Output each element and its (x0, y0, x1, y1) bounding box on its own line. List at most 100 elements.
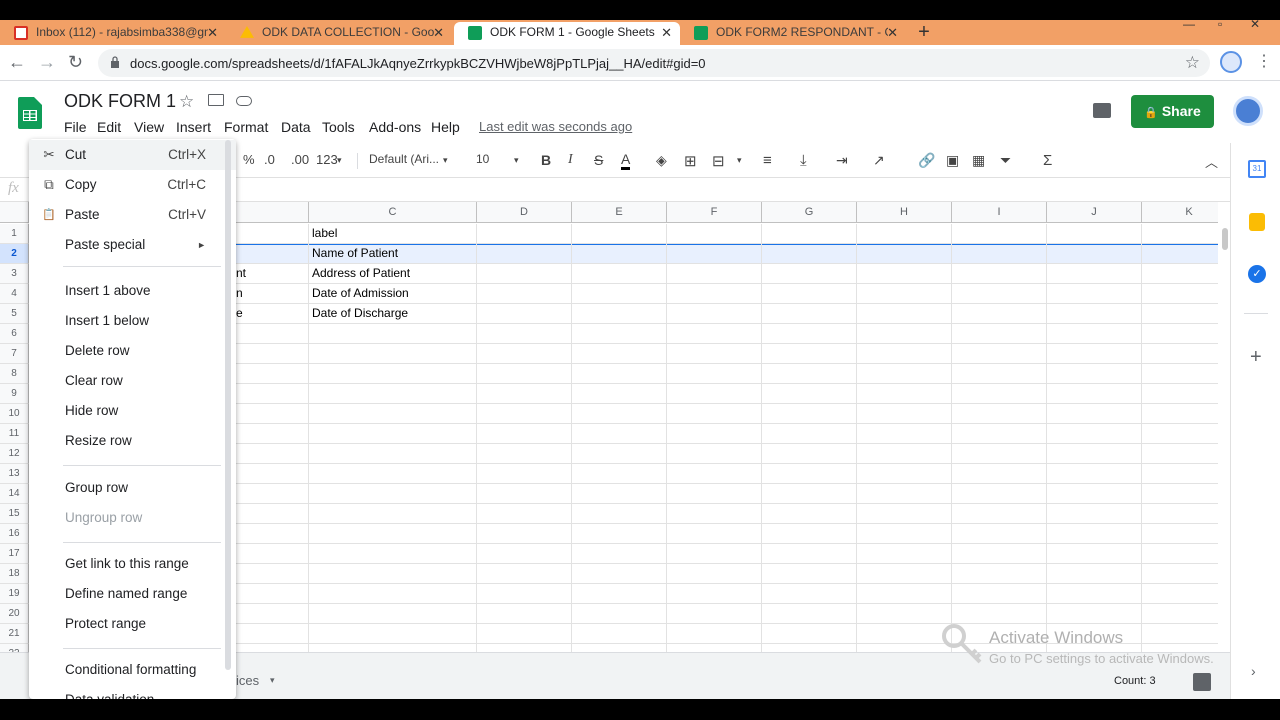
fill-color-icon[interactable]: ◈ (656, 152, 667, 169)
reload-icon[interactable]: ↻ (68, 53, 83, 71)
row-header[interactable]: 19 (0, 584, 29, 604)
font-family-select[interactable]: Default (Ari... (369, 152, 439, 166)
cell-c5[interactable]: Date of Discharge (309, 304, 477, 324)
chevron-down-icon[interactable]: ▾ (270, 675, 275, 686)
row-header[interactable]: 7 (0, 344, 29, 364)
row-header[interactable]: 13 (0, 464, 29, 484)
collapse-toolbar-icon[interactable]: ︿ (1205, 152, 1218, 171)
row-header[interactable]: 20 (0, 604, 29, 624)
explore-icon[interactable] (1193, 673, 1211, 691)
decrease-decimal-button[interactable]: .0 (264, 152, 275, 167)
menu-item-protect-range[interactable]: Protect range (29, 609, 236, 639)
menu-edit[interactable]: Edit (97, 119, 121, 135)
expand-panel-icon[interactable]: › (1251, 663, 1256, 679)
text-color-button[interactable]: A (621, 152, 631, 170)
account-avatar[interactable] (1233, 96, 1263, 126)
menu-item-define-named-range[interactable]: Define named range (29, 579, 236, 609)
column-header[interactable]: J (1047, 202, 1142, 223)
scrollbar-thumb[interactable] (1222, 228, 1228, 250)
row-header[interactable]: 12 (0, 444, 29, 464)
menu-item-get-link[interactable]: Get link to this range (29, 549, 236, 579)
cloud-status-icon[interactable] (236, 96, 252, 106)
browser-tab-odk-form-1[interactable]: ODK FORM 1 - Google Sheets ✕ (454, 22, 680, 45)
close-icon[interactable]: ✕ (887, 22, 898, 43)
row-header[interactable]: 15 (0, 504, 29, 524)
row-header[interactable]: 17 (0, 544, 29, 564)
row-header[interactable]: 6 (0, 324, 29, 344)
minimize-button[interactable]: — (1183, 17, 1195, 31)
insert-comment-icon[interactable]: ▣ (946, 152, 959, 169)
comments-icon[interactable] (1093, 103, 1111, 118)
menu-help[interactable]: Help (431, 119, 460, 135)
vertical-align-icon[interactable]: ⤓ (800, 152, 807, 169)
cell-c1[interactable]: label (309, 224, 477, 244)
menu-view[interactable]: View (134, 119, 164, 135)
row-header[interactable]: 2 (0, 244, 29, 264)
menu-file[interactable]: File (64, 119, 87, 135)
browser-tab-odk-form2[interactable]: ODK FORM2 RESPONDANT - Go ✕ (680, 22, 906, 45)
borders-icon[interactable]: ⊞ (684, 152, 697, 170)
menu-item-paste-special[interactable]: Paste special ► (29, 230, 236, 260)
menu-add-ons[interactable]: Add-ons (369, 119, 421, 135)
menu-format[interactable]: Format (224, 119, 268, 135)
row-header[interactable]: 21 (0, 624, 29, 644)
more-formats-button[interactable]: 123 (316, 152, 338, 167)
functions-icon[interactable]: Σ (1043, 152, 1052, 169)
sheet-tab-label[interactable]: ices (236, 673, 259, 688)
browser-tab-drive[interactable]: ODK DATA COLLECTION - Googl ✕ (226, 22, 452, 45)
menu-data[interactable]: Data (281, 119, 311, 135)
menu-insert[interactable]: Insert (176, 119, 211, 135)
text-rotation-icon[interactable]: ↗ (873, 152, 885, 169)
close-icon[interactable]: ✕ (661, 22, 672, 43)
insert-link-icon[interactable]: 🔗 (918, 152, 935, 169)
italic-button[interactable]: I (568, 152, 573, 168)
cell-c3[interactable]: Address of Patient (309, 264, 477, 284)
cell-b3[interactable]: nt (233, 264, 309, 284)
menu-item-insert-below[interactable]: Insert 1 below (29, 306, 236, 336)
tasks-icon[interactable]: ✓ (1248, 265, 1266, 283)
corner-header[interactable] (0, 202, 29, 223)
column-header[interactable]: I (952, 202, 1047, 223)
row-header[interactable]: 16 (0, 524, 29, 544)
row-header[interactable]: 14 (0, 484, 29, 504)
bookmark-star-icon[interactable]: ☆ (1185, 53, 1200, 73)
cell-c2[interactable]: Name of Patient (309, 244, 477, 264)
menu-tools[interactable]: Tools (322, 119, 355, 135)
menu-item-cut[interactable]: ✂ Cut Ctrl+X (29, 140, 236, 170)
maximize-button[interactable]: ▫ (1218, 17, 1222, 31)
format-percent-button[interactable]: % (243, 152, 255, 167)
cell-b4[interactable]: n (233, 284, 309, 304)
column-header[interactable]: C (309, 202, 477, 223)
share-button[interactable]: 🔒 Share (1131, 95, 1214, 128)
row-header[interactable]: 3 (0, 264, 29, 284)
merge-cells-icon[interactable]: ⊟ (712, 152, 725, 170)
row-header[interactable]: 1 (0, 224, 29, 244)
menu-item-copy[interactable]: ⧉ Copy Ctrl+C (29, 170, 236, 200)
add-addon-icon[interactable]: + (1250, 346, 1262, 369)
column-header[interactable]: E (572, 202, 667, 223)
row-header[interactable]: 18 (0, 564, 29, 584)
menu-item-clear-row[interactable]: Clear row (29, 366, 236, 396)
new-tab-button[interactable]: + (912, 22, 936, 44)
column-header[interactable]: D (477, 202, 572, 223)
column-header[interactable]: K (1142, 202, 1218, 223)
forward-icon[interactable]: → (38, 53, 56, 71)
close-icon[interactable]: ✕ (433, 22, 444, 43)
strikethrough-button[interactable]: S (594, 152, 603, 168)
browser-tab-gmail[interactable]: Inbox (112) - rajabsimba338@gm ✕ (0, 22, 226, 45)
context-menu-scrollbar[interactable] (225, 140, 231, 670)
row-header[interactable]: 8 (0, 364, 29, 384)
browser-menu-icon[interactable]: ⋮ (1256, 53, 1272, 71)
omnibox[interactable]: docs.google.com/spreadsheets/d/1fAFALJkA… (98, 49, 1210, 77)
close-window-button[interactable]: ✕ (1250, 17, 1260, 31)
font-size-select[interactable]: 10 (476, 152, 489, 166)
row-header[interactable]: 11 (0, 424, 29, 444)
row-header[interactable]: 9 (0, 384, 29, 404)
document-title[interactable]: ODK FORM 1 (64, 91, 176, 112)
back-icon[interactable]: ← (8, 53, 26, 71)
row-header[interactable]: 22 (0, 644, 29, 652)
row-header[interactable]: 4 (0, 284, 29, 304)
vertical-scrollbar[interactable] (1219, 224, 1230, 652)
menu-item-data-validation[interactable]: Data validation (29, 685, 236, 699)
menu-item-delete-row[interactable]: Delete row (29, 336, 236, 366)
